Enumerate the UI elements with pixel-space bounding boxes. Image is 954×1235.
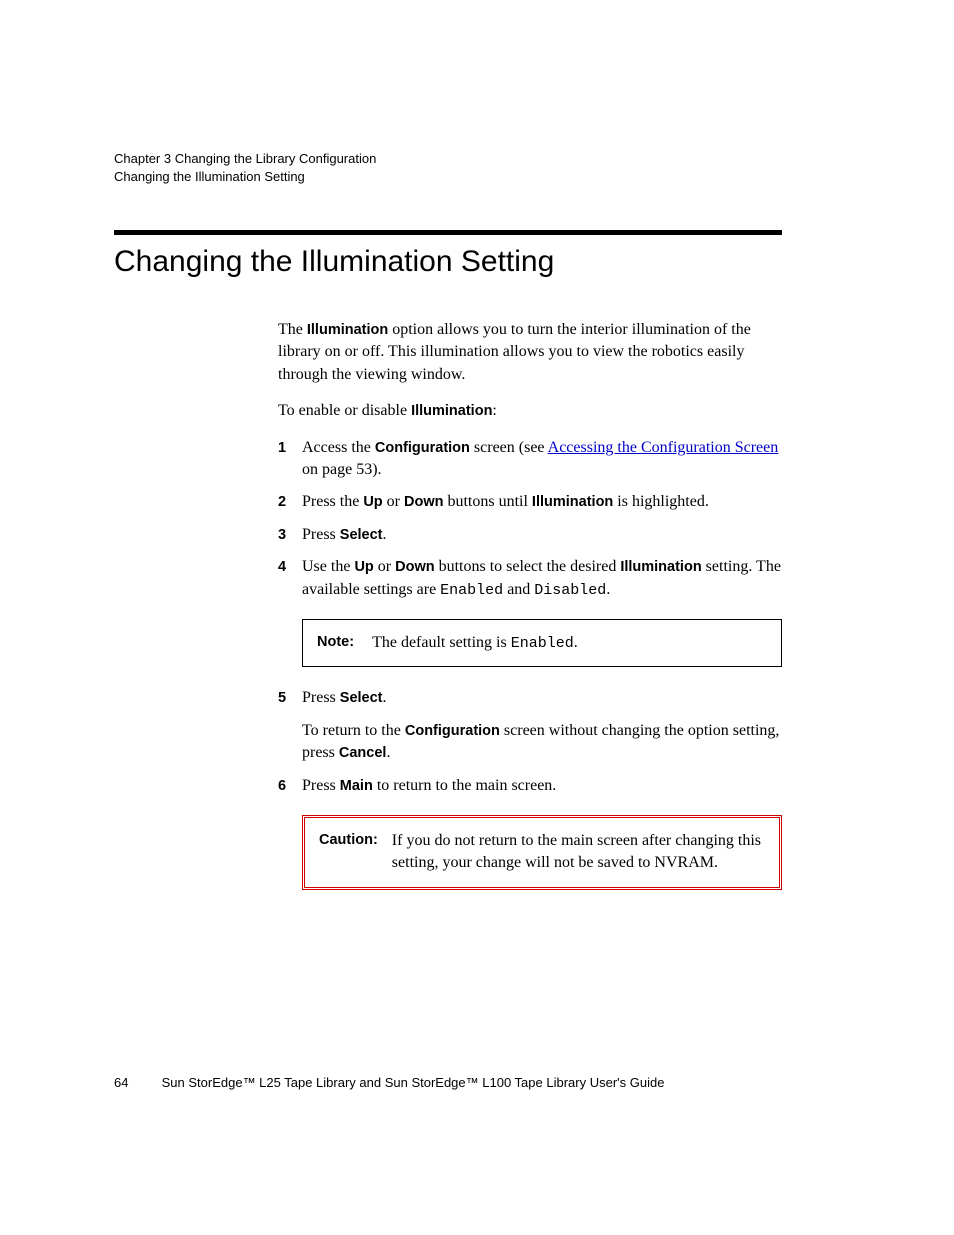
term-illumination: Illumination xyxy=(620,559,701,575)
step-number: 1 xyxy=(278,438,286,458)
code-enabled: Enabled xyxy=(511,635,574,652)
text: screen (see xyxy=(470,439,548,456)
text: . xyxy=(386,744,390,761)
section-rule xyxy=(114,230,782,235)
text: buttons to select the desired xyxy=(435,558,621,575)
text: buttons until xyxy=(443,493,531,510)
step-list: 1 Access the Configuration screen (see A… xyxy=(278,437,782,601)
term-select: Select xyxy=(340,690,383,706)
note-box: Note: The default setting is Enabled. xyxy=(302,619,782,667)
step-2: 2 Press the Up or Down buttons until Ill… xyxy=(278,491,782,513)
step-3: 3 Press Select. xyxy=(278,524,782,546)
term-illumination: Illumination xyxy=(411,403,492,419)
text: : xyxy=(492,402,496,419)
step-1: 1 Access the Configuration screen (see A… xyxy=(278,437,782,482)
step-number: 3 xyxy=(278,525,286,545)
text: Press xyxy=(302,526,340,543)
term-illumination: Illumination xyxy=(307,322,388,338)
text: or xyxy=(374,558,395,575)
term-select: Select xyxy=(340,527,383,543)
step-5-return: To return to the Configuration screen wi… xyxy=(302,720,782,765)
term-main: Main xyxy=(340,778,373,794)
caution-body: If you do not return to the main screen … xyxy=(392,830,765,875)
text: Configuration Screen xyxy=(641,439,778,456)
step-number: 4 xyxy=(278,557,286,577)
note-label: Note: xyxy=(317,632,372,654)
text: to return to the main screen. xyxy=(373,777,557,794)
header-chapter: Chapter 3 Changing the Library Configura… xyxy=(114,150,784,168)
step-4: 4 Use the Up or Down buttons to select t… xyxy=(278,556,782,601)
step-number: 2 xyxy=(278,492,286,512)
content-block: The Illumination option allows you to tu… xyxy=(278,319,782,890)
xref-link[interactable]: Accessing the xyxy=(548,439,641,456)
text: . xyxy=(606,581,610,598)
term-configuration: Configuration xyxy=(405,723,500,739)
term-up: Up xyxy=(354,559,373,575)
text: . xyxy=(383,526,387,543)
term-cancel: Cancel xyxy=(339,745,387,761)
term-down: Down xyxy=(404,494,443,510)
text: . xyxy=(574,634,578,651)
text: is highlighted. xyxy=(613,493,709,510)
code-disabled: Disabled xyxy=(534,582,606,599)
text: on page 53). xyxy=(302,461,382,478)
term-down: Down xyxy=(395,559,434,575)
footer-text: Sun StorEdge™ L25 Tape Library and Sun S… xyxy=(162,1075,665,1090)
intro-para-2: To enable or disable Illumination: xyxy=(278,400,782,422)
text: Accessing the xyxy=(548,439,641,456)
step-number: 6 xyxy=(278,776,286,796)
text: or xyxy=(383,493,404,510)
running-header: Chapter 3 Changing the Library Configura… xyxy=(114,150,784,185)
page-footer: 64 Sun StorEdge™ L25 Tape Library and Su… xyxy=(114,1075,664,1090)
step-5: 5 Press Select. xyxy=(278,687,782,709)
text: Press xyxy=(302,777,340,794)
page-title: Changing the Illumination Setting xyxy=(114,245,784,279)
text: The default setting is xyxy=(372,634,511,651)
note-body: The default setting is Enabled. xyxy=(372,632,578,654)
step-list-cont2: 6 Press Main to return to the main scree… xyxy=(278,775,782,797)
intro-para-1: The Illumination option allows you to tu… xyxy=(278,319,782,386)
page-number: 64 xyxy=(114,1075,158,1090)
text: Press the xyxy=(302,493,363,510)
text: Press xyxy=(302,689,340,706)
term-configuration: Configuration xyxy=(375,440,470,456)
header-section: Changing the Illumination Setting xyxy=(114,168,784,186)
code-enabled: Enabled xyxy=(440,582,503,599)
term-illumination: Illumination xyxy=(532,494,613,510)
step-6: 6 Press Main to return to the main scree… xyxy=(278,775,782,797)
text: Access the xyxy=(302,439,375,456)
step-list-cont: 5 Press Select. xyxy=(278,687,782,709)
text: The xyxy=(278,321,307,338)
text: . xyxy=(383,689,387,706)
text: To return to the xyxy=(302,722,405,739)
xref-link[interactable]: Configuration Screen xyxy=(641,439,778,456)
caution-label: Caution: xyxy=(319,830,392,875)
text: and xyxy=(503,581,534,598)
text: Use the xyxy=(302,558,354,575)
page-body: Chapter 3 Changing the Library Configura… xyxy=(0,0,954,890)
term-up: Up xyxy=(363,494,382,510)
text: To enable or disable xyxy=(278,402,411,419)
caution-box: Caution: If you do not return to the mai… xyxy=(302,815,782,890)
step-number: 5 xyxy=(278,688,286,708)
